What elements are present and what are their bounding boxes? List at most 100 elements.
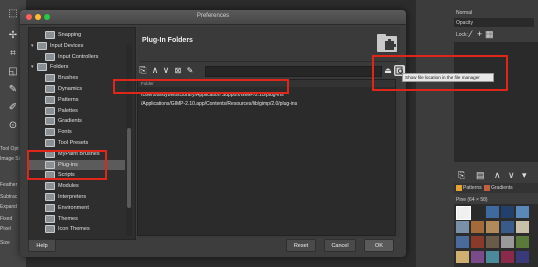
pattern-tile[interactable] xyxy=(456,206,471,220)
lock-label: Lock: xyxy=(456,32,468,38)
new-layer-icon[interactable]: ⎘ xyxy=(458,170,465,180)
pattern-tile[interactable] xyxy=(456,251,469,263)
sidebar-item[interactable]: Environment xyxy=(29,203,125,213)
sidebar-item[interactable]: Patterns xyxy=(29,95,125,105)
pattern-tile[interactable] xyxy=(516,236,529,248)
pattern-tile[interactable] xyxy=(471,206,484,218)
folder-icon xyxy=(45,31,55,39)
move-down-icon[interactable]: ∨ xyxy=(161,65,171,76)
pattern-tile[interactable] xyxy=(486,206,499,218)
folder-icon xyxy=(45,128,55,137)
pattern-tile[interactable] xyxy=(501,206,514,218)
sidebar-item-label: Input Devices xyxy=(50,42,84,49)
highlight-box-sidebar xyxy=(27,150,107,180)
sidebar-item-label: Gradients xyxy=(58,118,82,125)
lock-paint-icon[interactable]: ⁄ xyxy=(470,29,472,39)
lock-position-icon[interactable]: + xyxy=(477,29,482,39)
writable-toggle-icon[interactable]: ✎ xyxy=(185,65,195,76)
delete-icon[interactable]: ⊠ xyxy=(173,65,183,76)
folder-list[interactable]: Folder /Users/andybells/Library/Applicat… xyxy=(137,79,396,236)
reset-button[interactable]: Reset xyxy=(286,239,316,252)
folder-icon xyxy=(45,203,55,212)
opacity-label: Opacity xyxy=(456,20,473,26)
cancel-button[interactable]: Cancel xyxy=(324,239,356,252)
sidebar-item-label: Fonts xyxy=(58,129,72,136)
sidebar-item[interactable]: Brushes xyxy=(29,73,125,83)
pattern-tile[interactable] xyxy=(471,251,484,263)
gradients-tab-icon xyxy=(484,185,490,191)
folder-icon xyxy=(45,52,55,61)
expander-arrow-icon[interactable]: ▾ xyxy=(31,41,34,51)
sidebar-scroll-thumb[interactable] xyxy=(127,128,131,208)
clone-tool-icon[interactable]: ⊙ xyxy=(6,120,20,132)
sidebar-item-label: Palettes xyxy=(58,107,78,114)
pattern-tile[interactable] xyxy=(471,221,484,233)
rect-select-tool-icon[interactable]: ⬚ xyxy=(6,8,20,20)
sidebar-item[interactable]: Fonts xyxy=(29,127,125,137)
folder-row[interactable]: /Applications/GIMP-2.10.app/Contents/Res… xyxy=(138,100,395,109)
folder-icon xyxy=(45,117,55,126)
lock-alpha-icon[interactable]: ▦ xyxy=(485,29,494,39)
raise-layer-icon[interactable]: ∧ xyxy=(494,170,501,180)
sidebar-item[interactable]: Dynamics xyxy=(29,84,125,94)
sidebar-item[interactable]: ▾ Input Devices xyxy=(29,41,125,51)
layer-menu-icon[interactable]: ▾ xyxy=(522,170,527,180)
sidebar-item-label: Themes xyxy=(58,215,78,222)
dialog-titlebar[interactable]: Preferences xyxy=(20,10,406,25)
sidebar-item[interactable]: Interpreters xyxy=(29,192,125,202)
pattern-tile[interactable] xyxy=(471,236,484,248)
sidebar-item[interactable]: Tool Presets xyxy=(29,138,125,148)
folder-icon xyxy=(45,193,55,201)
brush-tool-icon[interactable]: ✐ xyxy=(6,102,20,114)
folder-icon xyxy=(45,85,55,93)
highlight-box-folder-path xyxy=(113,79,289,94)
sidebar-item[interactable]: Palettes xyxy=(29,106,125,116)
sidebar-item-label: Patterns xyxy=(58,96,79,103)
sidebar-item[interactable]: Modules xyxy=(29,181,125,191)
new-folder-icon[interactable]: ⎘ xyxy=(138,65,148,76)
help-button[interactable]: Help xyxy=(28,239,56,252)
pattern-tile[interactable] xyxy=(516,251,529,263)
folder-icon xyxy=(45,214,55,223)
resource-tabs: Patterns Gradients xyxy=(454,183,538,193)
dialog-title: Preferences xyxy=(196,13,230,19)
preferences-sidebar[interactable]: Snapping ▾ Input Devices Input Controllers ▾… xyxy=(28,27,136,240)
tab-gradients[interactable]: Gradients xyxy=(491,185,513,191)
paint-tool-icon[interactable]: ✎ xyxy=(6,84,20,96)
tab-patterns[interactable]: Patterns xyxy=(463,185,482,191)
sidebar-item-label: Environment xyxy=(58,204,89,211)
pattern-tile[interactable] xyxy=(501,251,514,263)
lower-layer-icon[interactable]: ∨ xyxy=(508,170,515,180)
sidebar-item[interactable]: ▾ Folders xyxy=(29,62,125,72)
pattern-tile[interactable] xyxy=(501,236,514,248)
move-up-icon[interactable]: ∧ xyxy=(150,65,160,76)
expander-arrow-icon[interactable]: ▾ xyxy=(31,62,34,72)
sidebar-item[interactable]: Icon Themes xyxy=(29,224,125,234)
transform-tool-icon[interactable]: ◱ xyxy=(6,66,20,78)
ok-button[interactable]: OK xyxy=(364,239,394,252)
sidebar-item[interactable]: Themes xyxy=(29,214,125,224)
sidebar-item[interactable]: Gradients xyxy=(29,116,125,126)
patterns-grid[interactable] xyxy=(454,204,538,267)
folder-icon xyxy=(37,41,47,50)
new-group-icon[interactable]: ▤ xyxy=(476,170,485,180)
sidebar-item[interactable]: Snapping xyxy=(29,30,125,40)
sidebar-item-label: Icon Themes xyxy=(58,226,90,233)
pattern-tile[interactable] xyxy=(516,221,529,233)
pattern-tile[interactable] xyxy=(516,206,529,218)
pattern-tile[interactable] xyxy=(486,251,499,263)
sidebar-item-label: Interpreters xyxy=(58,194,87,200)
sidebar-item-label: Folders xyxy=(50,64,69,71)
pattern-tile[interactable] xyxy=(486,236,499,248)
opacity-slider[interactable]: Opacity xyxy=(454,18,534,27)
pattern-tile[interactable] xyxy=(501,221,514,233)
move-tool-icon[interactable]: ✢ xyxy=(6,30,20,42)
folder-icon xyxy=(45,139,55,147)
crop-tool-icon[interactable]: ⌗ xyxy=(6,48,20,60)
pattern-tile[interactable] xyxy=(486,221,499,233)
patterns-tab-icon xyxy=(456,185,462,191)
pattern-tile[interactable] xyxy=(456,236,469,248)
sidebar-item[interactable]: Input Controllers xyxy=(29,52,125,62)
folder-path-field[interactable] xyxy=(205,66,382,77)
pattern-tile[interactable] xyxy=(456,221,469,233)
